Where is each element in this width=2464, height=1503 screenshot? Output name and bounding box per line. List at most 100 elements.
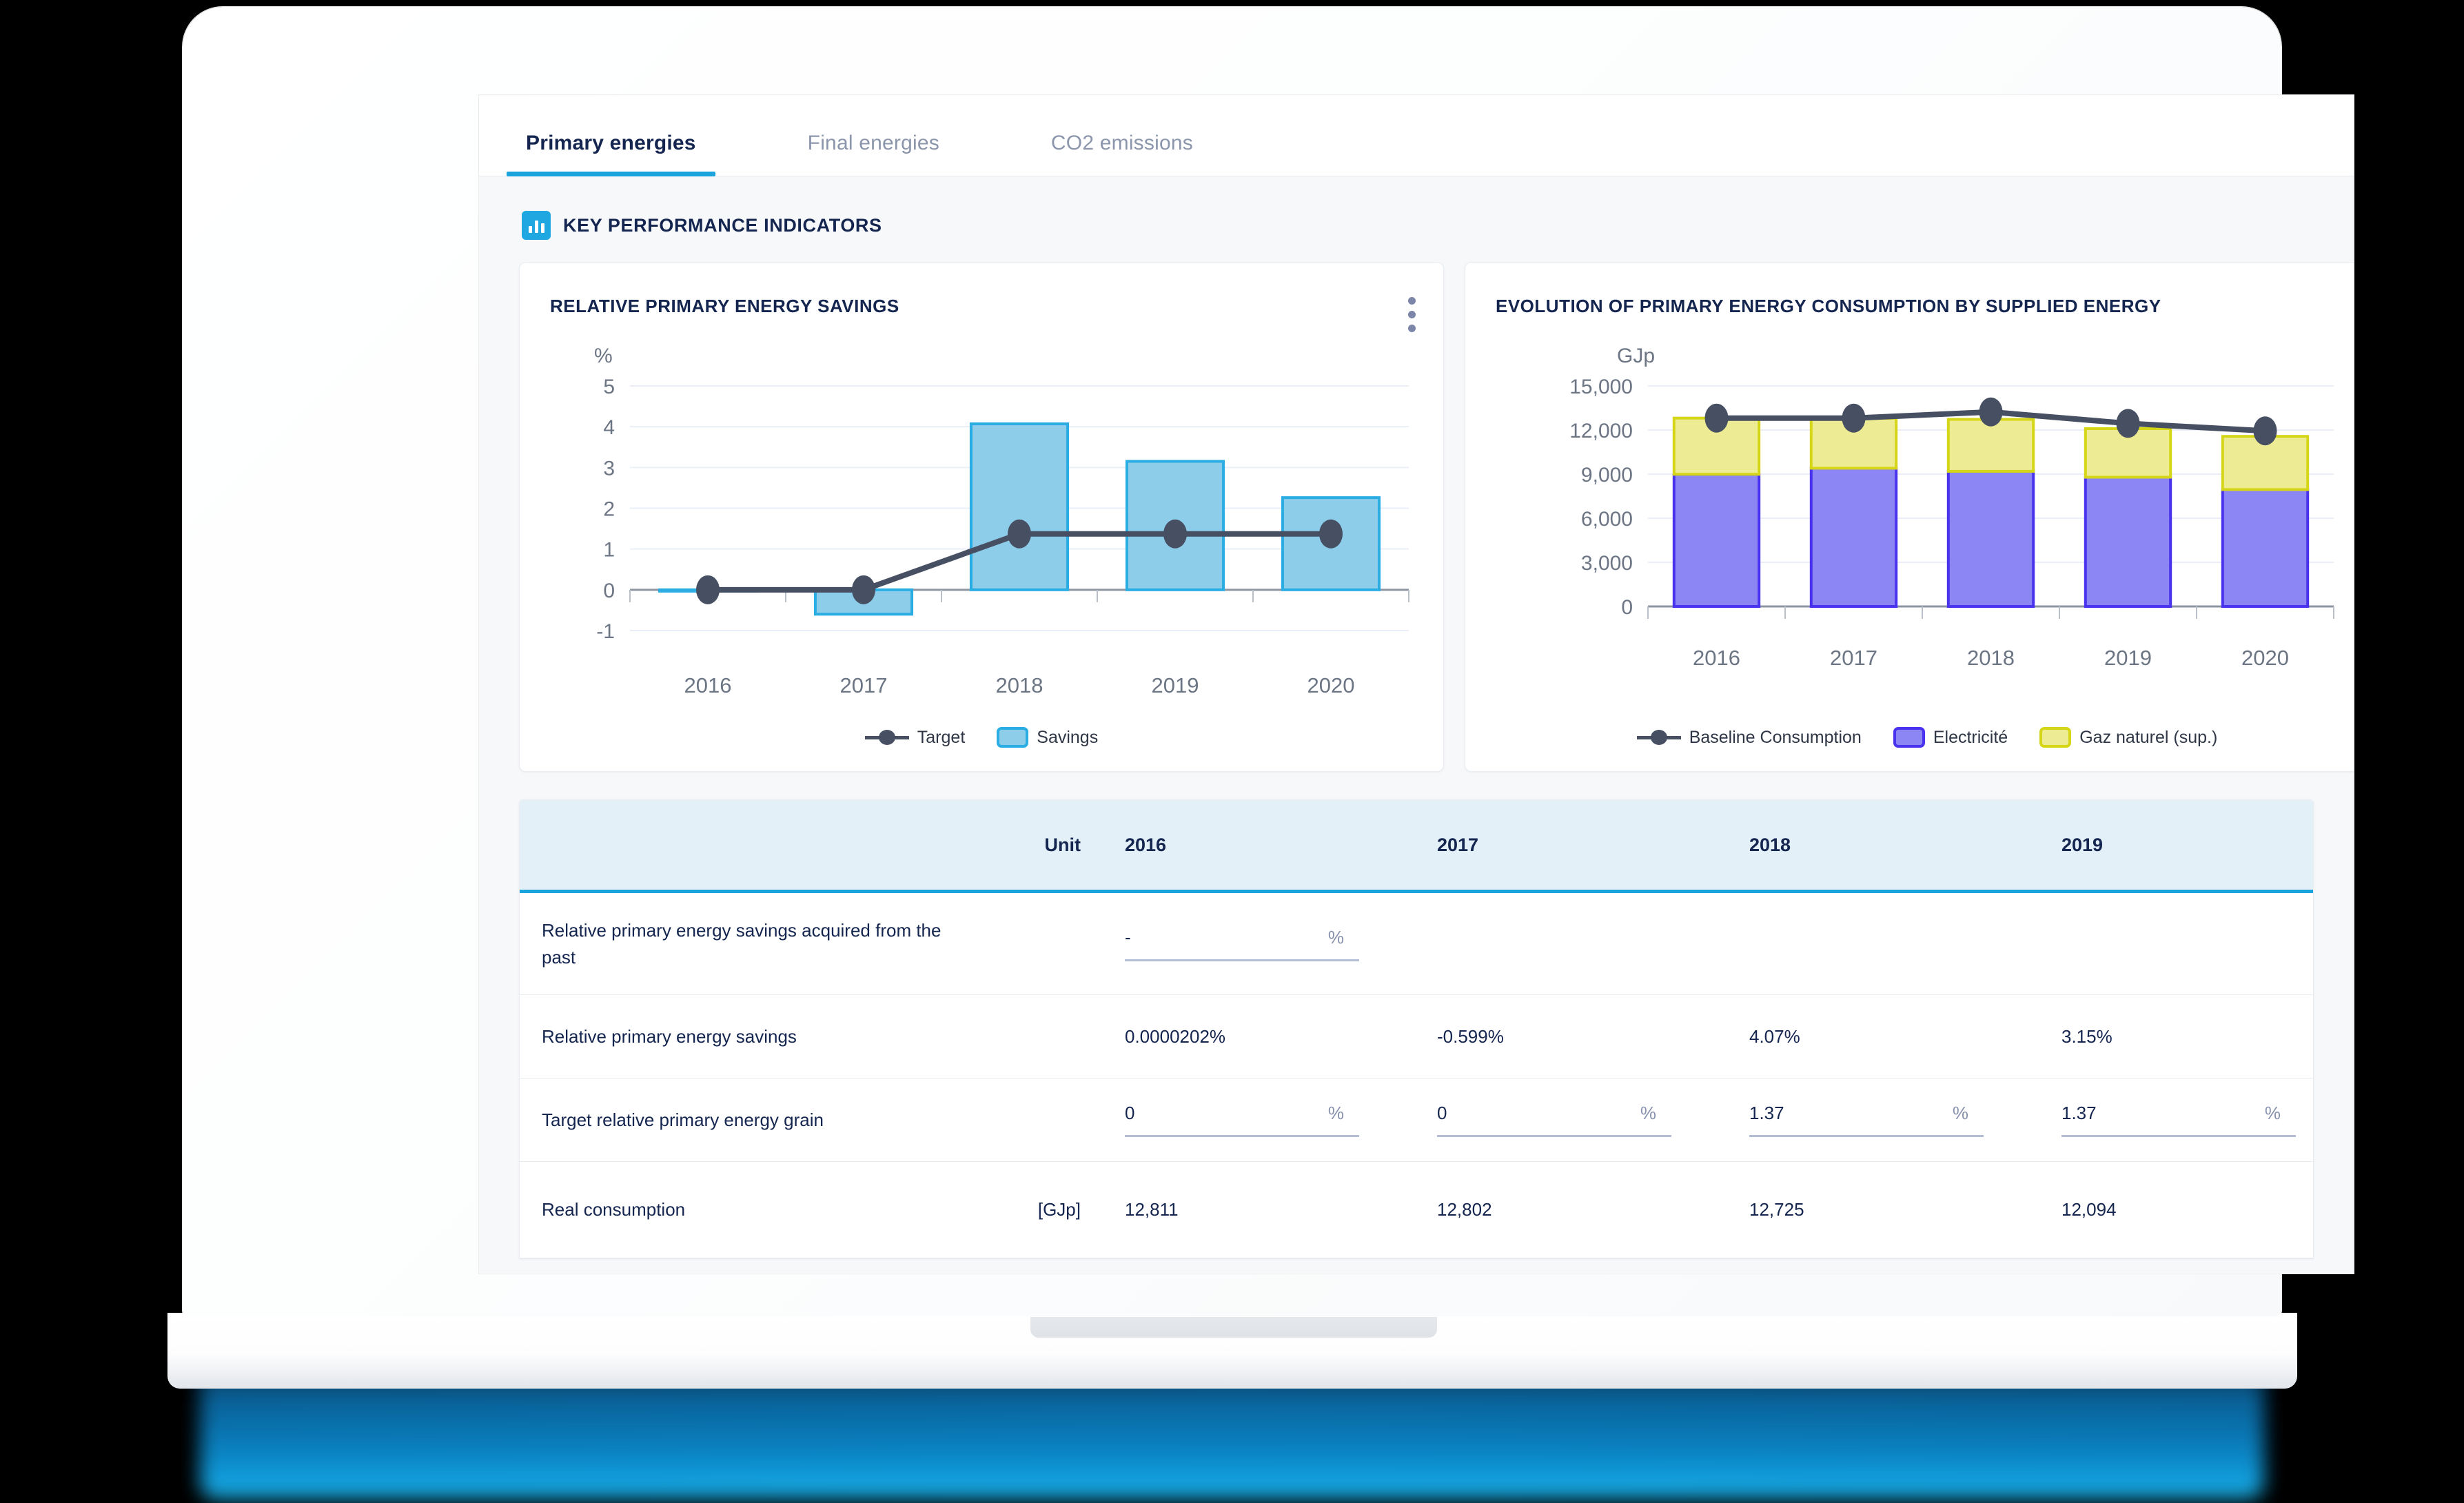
baseline-marker-2016 (1704, 403, 1729, 433)
tab-co2-emissions[interactable]: CO2 emissions (1047, 132, 1197, 176)
chart-legend-savings: Target Savings (520, 727, 1443, 748)
row-unit (970, 1078, 1104, 1162)
baseline-marker-2018 (1979, 397, 2003, 427)
value-input[interactable]: 1.37% (1749, 1103, 1984, 1137)
y-axis-tick: 3,000 (1581, 552, 1633, 575)
legend-label: Gaz naturel (sup.) (2079, 727, 2218, 747)
table-header-row: Unit 2016 2017 2018 2019 2020 (520, 800, 2313, 893)
x-axis-tick: 2016 (1693, 646, 1740, 670)
value-input[interactable]: 0% (1125, 1103, 1359, 1137)
baseline-marker-2019 (2116, 409, 2140, 438)
legend-label: Savings (1037, 727, 1099, 747)
table-cell[interactable]: 1.37% (1729, 1078, 2041, 1162)
table-cell: 12,811 (1104, 1161, 1416, 1258)
column-header-label (520, 800, 970, 893)
table-cell[interactable]: -% (1104, 891, 1416, 995)
y-axis-unit: GJp (1617, 345, 1655, 367)
input-value: 1.37 (2061, 1103, 2097, 1123)
table-cell[interactable]: 0% (1104, 1078, 1416, 1162)
bar-electricite-2016 (1672, 473, 1761, 608)
swatch-icon (997, 727, 1029, 748)
column-header-2016: 2016 (1104, 800, 1416, 893)
table-body: Relative primary energy savings acquired… (520, 891, 2313, 1258)
row-label: Relative primary energy savings (520, 994, 970, 1078)
y-axis-tick: 3 (603, 457, 615, 480)
x-axis-tick: 2019 (1152, 673, 1199, 697)
tab-primary-energies[interactable]: Primary energies (507, 132, 715, 176)
legend-item-savings[interactable]: Savings (997, 727, 1098, 748)
x-axis-tick: 2019 (2104, 646, 2152, 670)
y-axis-tick: 12,000 (1569, 420, 1633, 442)
table-row: Real consumption [GJp] 12,811 12,802 12,725 1… (520, 1161, 2313, 1258)
legend-label: Baseline Consumption (1689, 727, 1862, 747)
table-row: Relative primary energy savings acquired… (520, 891, 2313, 995)
savings-chart-svg: % -1 0 1 2 3 4 5 2016 2017 2018 2019 2020 (594, 345, 1409, 697)
input-value: - (1125, 926, 1131, 948)
kpi-section-header: KEY PERFORMANCE INDICATORS (479, 176, 2354, 262)
card-relative-primary-energy-savings: RELATIVE PRIMARY ENERGY SAVINGS % -1 0 1 2 3 4… (519, 262, 1444, 772)
page-content: KEY PERFORMANCE INDICATORS RELATIVE PRIM… (479, 176, 2354, 1273)
input-value: 0 (1437, 1103, 1447, 1123)
y-axis-tick: 0 (603, 580, 615, 602)
row-unit: [GJp] (970, 1161, 1104, 1258)
table-cell (1416, 891, 1729, 995)
legend-label: Target (917, 727, 966, 747)
bar-electricite-2019 (2084, 476, 2172, 608)
input-unit: % (1327, 1103, 1344, 1123)
card-evolution-primary-energy-consumption: EVOLUTION OF PRIMARY ENERGY CONSUMPTION … (1465, 262, 2354, 772)
column-header-2019: 2019 (2041, 800, 2313, 893)
browser-viewport: Primary energies Final energies CO2 emis… (479, 95, 2354, 1274)
table-cell (2041, 891, 2313, 995)
table-cell: -0.599% (1416, 994, 1729, 1078)
baseline-marker-2017 (1842, 403, 1866, 433)
bar-chart-icon (522, 211, 551, 240)
input-unit: % (2264, 1103, 2281, 1123)
input-unit: % (1327, 926, 1344, 948)
value-input[interactable]: 1.37% (2061, 1103, 2296, 1137)
table-cell: 12,094 (2041, 1161, 2313, 1258)
table-cell: 12,802 (1416, 1161, 1729, 1258)
kpi-table: Unit 2016 2017 2018 2019 2020 Relative p… (520, 800, 2313, 1258)
bar-electricite-2017 (1809, 467, 1898, 608)
row-unit (970, 994, 1104, 1078)
x-axis-tick: 2020 (1307, 673, 1355, 697)
table-cell: 12,725 (1729, 1161, 2041, 1258)
table-cell: 3.15% (2041, 994, 2313, 1078)
legend-item-baseline-consumption[interactable]: Baseline Consumption (1636, 727, 1862, 748)
x-axis-tick: 2020 (2241, 646, 2289, 670)
section-title: KEY PERFORMANCE INDICATORS (563, 214, 882, 236)
table-cell[interactable]: 0% (1416, 1078, 1729, 1162)
y-axis-tick: 2 (603, 498, 615, 521)
legend-label: Electricité (1933, 727, 2008, 747)
line-marker-icon (1636, 728, 1681, 746)
value-input[interactable]: 0% (1437, 1103, 1671, 1137)
consumption-chart-svg: GJp 0 3,000 6,000 9,000 12,000 15,000 2016 2017 2… (1569, 345, 2334, 670)
legend-item-electricite[interactable]: Electricité (1893, 727, 2008, 748)
value-input[interactable]: -% (1125, 927, 1359, 961)
input-value: 0 (1125, 1103, 1135, 1123)
chart-consumption: GJp 0 3,000 6,000 9,000 12,000 15,000 2016 2017 2… (1465, 317, 2354, 737)
table-cell (1729, 891, 2041, 995)
row-label: Target relative primary energy grain (520, 1078, 970, 1162)
chart-legend-consumption: Baseline Consumption Electricité Gaz nat… (1465, 727, 2354, 748)
y-axis-tick: -1 (596, 620, 615, 643)
row-label: Real consumption (520, 1161, 970, 1258)
target-marker-2016 (696, 575, 720, 604)
legend-item-gaz-naturel[interactable]: Gaz naturel (sup.) (2039, 727, 2217, 748)
table-cell: 0.0000202% (1104, 994, 1416, 1078)
line-marker-icon (864, 728, 909, 746)
bar-gaz-naturel-2018 (1946, 418, 2035, 473)
x-axis-tick: 2018 (1967, 646, 2015, 670)
input-value: 1.37 (1749, 1103, 1784, 1123)
tab-bar: Primary energies Final energies CO2 emis… (479, 95, 2354, 176)
kpi-cards-row: RELATIVE PRIMARY ENERGY SAVINGS % -1 0 1 2 3 4… (479, 262, 2354, 772)
tab-final-energies[interactable]: Final energies (804, 132, 944, 176)
y-axis-tick: 5 (603, 376, 615, 398)
y-axis-tick: 4 (603, 416, 615, 439)
laptop-body: Primary energies Final energies CO2 emis… (183, 7, 2354, 1316)
table-cell[interactable]: 1.37% (2041, 1078, 2313, 1162)
x-axis-tick: 2016 (684, 673, 732, 697)
legend-item-target[interactable]: Target (864, 727, 966, 748)
kpi-table-container: Unit 2016 2017 2018 2019 2020 Relative p… (519, 799, 2314, 1259)
target-marker-2017 (852, 575, 875, 604)
